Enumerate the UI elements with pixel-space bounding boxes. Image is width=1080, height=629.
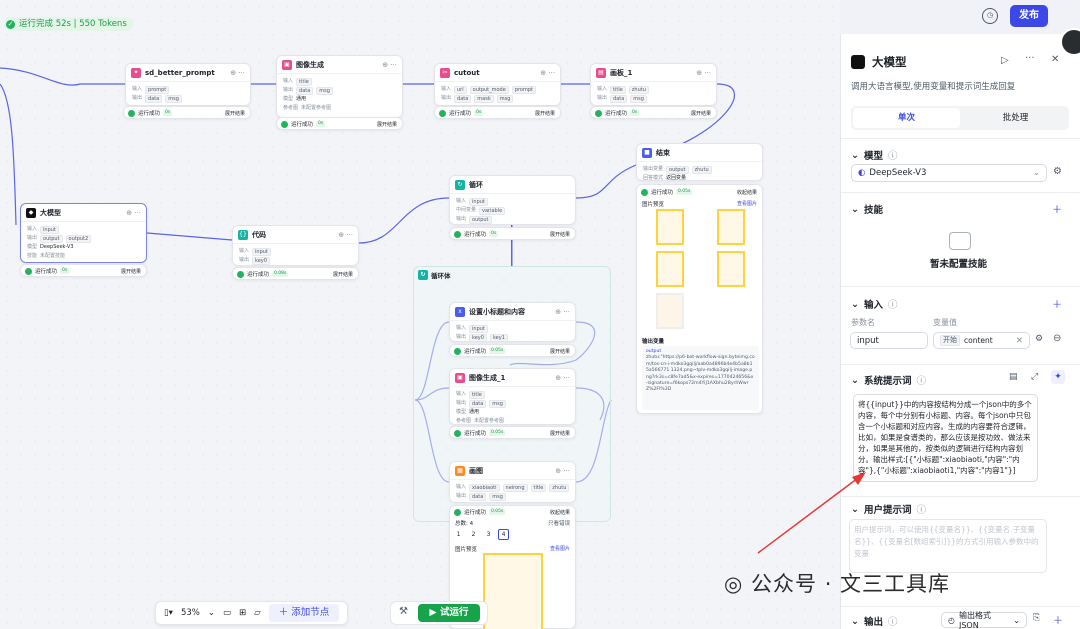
wechat-icon: ◎ [724, 572, 744, 596]
watermark: ◎ 公众号 · 文三工具库 [724, 568, 950, 598]
annotation-arrow [757, 472, 866, 554]
watermark-text: 公众号 · 文三工具库 [751, 572, 951, 596]
